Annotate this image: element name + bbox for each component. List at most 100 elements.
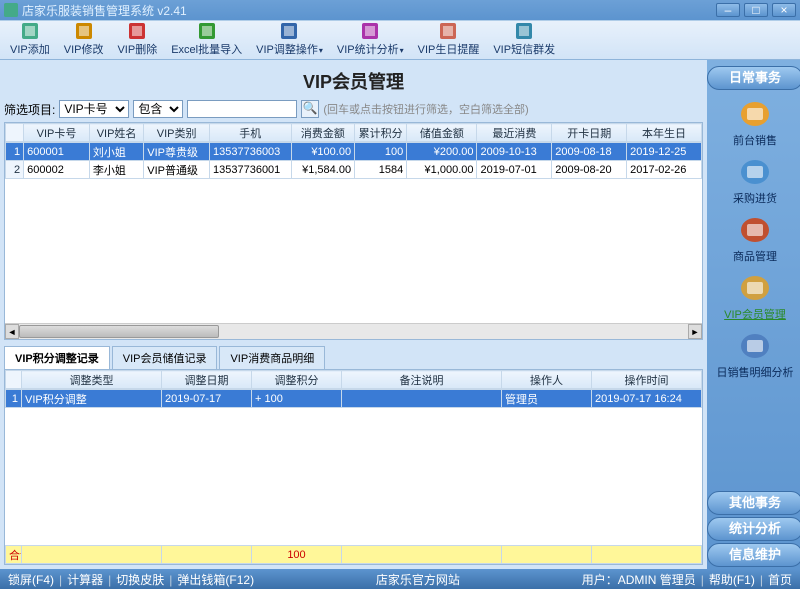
vip-stats-icon — [362, 23, 378, 39]
scroll-right-arrow[interactable]: ► — [688, 324, 702, 339]
vip-adjust-icon — [281, 23, 297, 39]
vip-birthday-button[interactable]: VIP生日提醒 — [412, 21, 486, 59]
sidebar-item-goods[interactable]: 商品管理 — [733, 212, 777, 266]
sidebar-item-vip-mgmt[interactable]: VIP会员管理 — [724, 270, 786, 324]
close-button[interactable]: × — [772, 3, 796, 17]
col-header[interactable]: 备注说明 — [342, 371, 502, 389]
sidebar-item-label: 商品管理 — [733, 248, 777, 264]
maximize-button[interactable]: □ — [744, 3, 768, 17]
vip-edit-icon — [76, 23, 92, 39]
col-header[interactable]: 开卡日期 — [552, 124, 627, 142]
status-center-link[interactable]: 店家乐官方网站 — [254, 571, 582, 588]
vip-grid: VIP卡号VIP姓名VIP类别手机消费金额累计积分储值金额最近消费开卡日期本年生… — [4, 122, 703, 340]
vip-mgmt-icon — [737, 272, 773, 304]
sidebar-item-front-sales[interactable]: 前台销售 — [733, 96, 777, 150]
filter-go-button[interactable]: 🔍 — [301, 100, 319, 118]
statusbar: 锁屏(F4)|计算器|切换皮肤|弹出钱箱(F12) 店家乐官方网站 用户： AD… — [0, 569, 800, 589]
tbtn-label: VIP统计分析 — [337, 41, 404, 57]
sidebar-header-button[interactable]: 日常事务 — [707, 66, 800, 90]
col-header[interactable]: 储值金额 — [407, 124, 477, 142]
col-header[interactable]: 最近消费 — [477, 124, 552, 142]
vip-sms-button[interactable]: VIP短信群发 — [487, 21, 561, 59]
sidebar-item-label: 采购进货 — [733, 190, 777, 206]
goods-icon — [737, 214, 773, 246]
excel-import-button[interactable]: Excel批量导入 — [165, 21, 248, 59]
sum-label: 合计 — [6, 546, 22, 564]
app-icon — [4, 3, 18, 17]
vip-add-button[interactable]: VIP添加 — [4, 21, 56, 59]
grid-hscroll[interactable]: ◄ ► — [5, 323, 702, 339]
col-header[interactable]: 调整日期 — [162, 371, 252, 389]
titlebar: 店家乐服装销售管理系统 v2.41 – □ × — [0, 0, 800, 20]
tbtn-label: VIP修改 — [64, 41, 104, 57]
status-link[interactable]: 首页 — [768, 573, 792, 587]
vip-add-icon — [22, 23, 38, 39]
sidebar: 日常事务 前台销售采购进货商品管理 VIP会员管理日销售明细分析 其他事务统计分析… — [707, 60, 800, 569]
excel-import-icon — [199, 23, 215, 39]
tab-points[interactable]: VIP积分调整记录 — [4, 346, 110, 369]
col-header[interactable]: 手机 — [210, 124, 292, 142]
sidebar-item-purchase[interactable]: 采购进货 — [733, 154, 777, 208]
sidebar-footer-button[interactable]: 信息维护 — [707, 543, 800, 567]
col-header[interactable]: 调整类型 — [22, 371, 162, 389]
filter-op-select[interactable]: 包含 — [133, 100, 183, 118]
tbtn-label: VIP调整操作 — [256, 41, 323, 57]
main-panel: VIP会员管理 筛选项目: VIP卡号 包含 🔍 (回车或点击按钮进行筛选，空白… — [0, 60, 707, 569]
status-link[interactable]: 帮助(F1) — [709, 573, 755, 587]
tab-recharge[interactable]: VIP会员储值记录 — [112, 346, 218, 369]
sidebar-footer-button[interactable]: 统计分析 — [707, 517, 800, 541]
filter-row: 筛选项目: VIP卡号 包含 🔍 (回车或点击按钮进行筛选，空白筛选全部) — [4, 100, 703, 118]
table-row[interactable]: 1VIP积分调整2019-07-17+ 100管理员2019-07-17 16:… — [6, 390, 702, 408]
vip-edit-button[interactable]: VIP修改 — [58, 21, 110, 59]
vip-delete-icon — [129, 23, 145, 39]
sidebar-item-daily-detail[interactable]: 日销售明细分析 — [717, 328, 794, 382]
col-header[interactable]: VIP姓名 — [89, 124, 143, 142]
col-header[interactable]: 消费金额 — [291, 124, 354, 142]
tab-consume[interactable]: VIP消费商品明细 — [219, 346, 325, 369]
status-user[interactable]: ADMIN 管理员 — [618, 571, 696, 588]
scroll-left-arrow[interactable]: ◄ — [5, 324, 19, 339]
sidebar-item-label: 前台销售 — [733, 132, 777, 148]
minimize-button[interactable]: – — [716, 3, 740, 17]
status-link[interactable]: 锁屏(F4) — [8, 573, 54, 587]
detail-tabs: VIP积分调整记录VIP会员储值记录VIP消费商品明细 — [4, 346, 703, 369]
tbtn-label: Excel批量导入 — [171, 41, 242, 57]
col-header[interactable]: VIP卡号 — [24, 124, 90, 142]
col-header[interactable]: 累计积分 — [355, 124, 407, 142]
purchase-icon — [737, 156, 773, 188]
sum-points: 100 — [252, 546, 342, 564]
status-link[interactable]: 计算器 — [67, 573, 103, 587]
vip-delete-button[interactable]: VIP删除 — [111, 21, 163, 59]
status-user-label: 用户： — [582, 571, 618, 588]
col-header[interactable]: 操作时间 — [592, 371, 702, 389]
tbtn-label: VIP生日提醒 — [418, 41, 480, 57]
page-title: VIP会员管理 — [4, 68, 703, 94]
detail-grid: 调整类型调整日期调整积分备注说明操作人操作时间 1VIP积分调整2019-07-… — [4, 369, 703, 565]
vip-adjust-button[interactable]: VIP调整操作 — [250, 21, 329, 59]
window-title: 店家乐服装销售管理系统 v2.41 — [22, 2, 712, 19]
col-header[interactable]: 本年生日 — [627, 124, 702, 142]
vip-birthday-icon — [440, 23, 456, 39]
col-header[interactable]: 调整积分 — [252, 371, 342, 389]
filter-hint: (回车或点击按钮进行筛选，空白筛选全部) — [323, 101, 528, 117]
tbtn-label: VIP添加 — [10, 41, 50, 57]
table-row[interactable]: 2600002李小姐VIP普通级13537736001¥1,584.001584… — [6, 161, 702, 179]
filter-value-input[interactable] — [187, 100, 297, 118]
vip-stats-button[interactable]: VIP统计分析 — [331, 21, 410, 59]
sidebar-footer-button[interactable]: 其他事务 — [707, 491, 800, 515]
vip-sms-icon — [516, 23, 532, 39]
sidebar-item-label: VIP会员管理 — [724, 306, 786, 322]
filter-label: 筛选项目: — [4, 101, 55, 118]
col-header[interactable]: 操作人 — [502, 371, 592, 389]
table-row[interactable]: 1600001刘小姐VIP尊贵级13537736003¥100.00100¥20… — [6, 143, 702, 161]
front-sales-icon — [737, 98, 773, 130]
status-link[interactable]: 切换皮肤 — [116, 573, 164, 587]
tbtn-label: VIP删除 — [117, 41, 157, 57]
filter-field-select[interactable]: VIP卡号 — [59, 100, 129, 118]
status-link[interactable]: 弹出钱箱(F12) — [177, 573, 254, 587]
toolbar: VIP添加 VIP修改 VIP删除 Excel批量导入 VIP调整操作 VIP统计分析 VI… — [0, 20, 800, 60]
tbtn-label: VIP短信群发 — [493, 41, 555, 57]
scroll-thumb[interactable] — [19, 325, 219, 338]
col-header[interactable]: VIP类别 — [144, 124, 210, 142]
sidebar-item-label: 日销售明细分析 — [717, 364, 794, 380]
